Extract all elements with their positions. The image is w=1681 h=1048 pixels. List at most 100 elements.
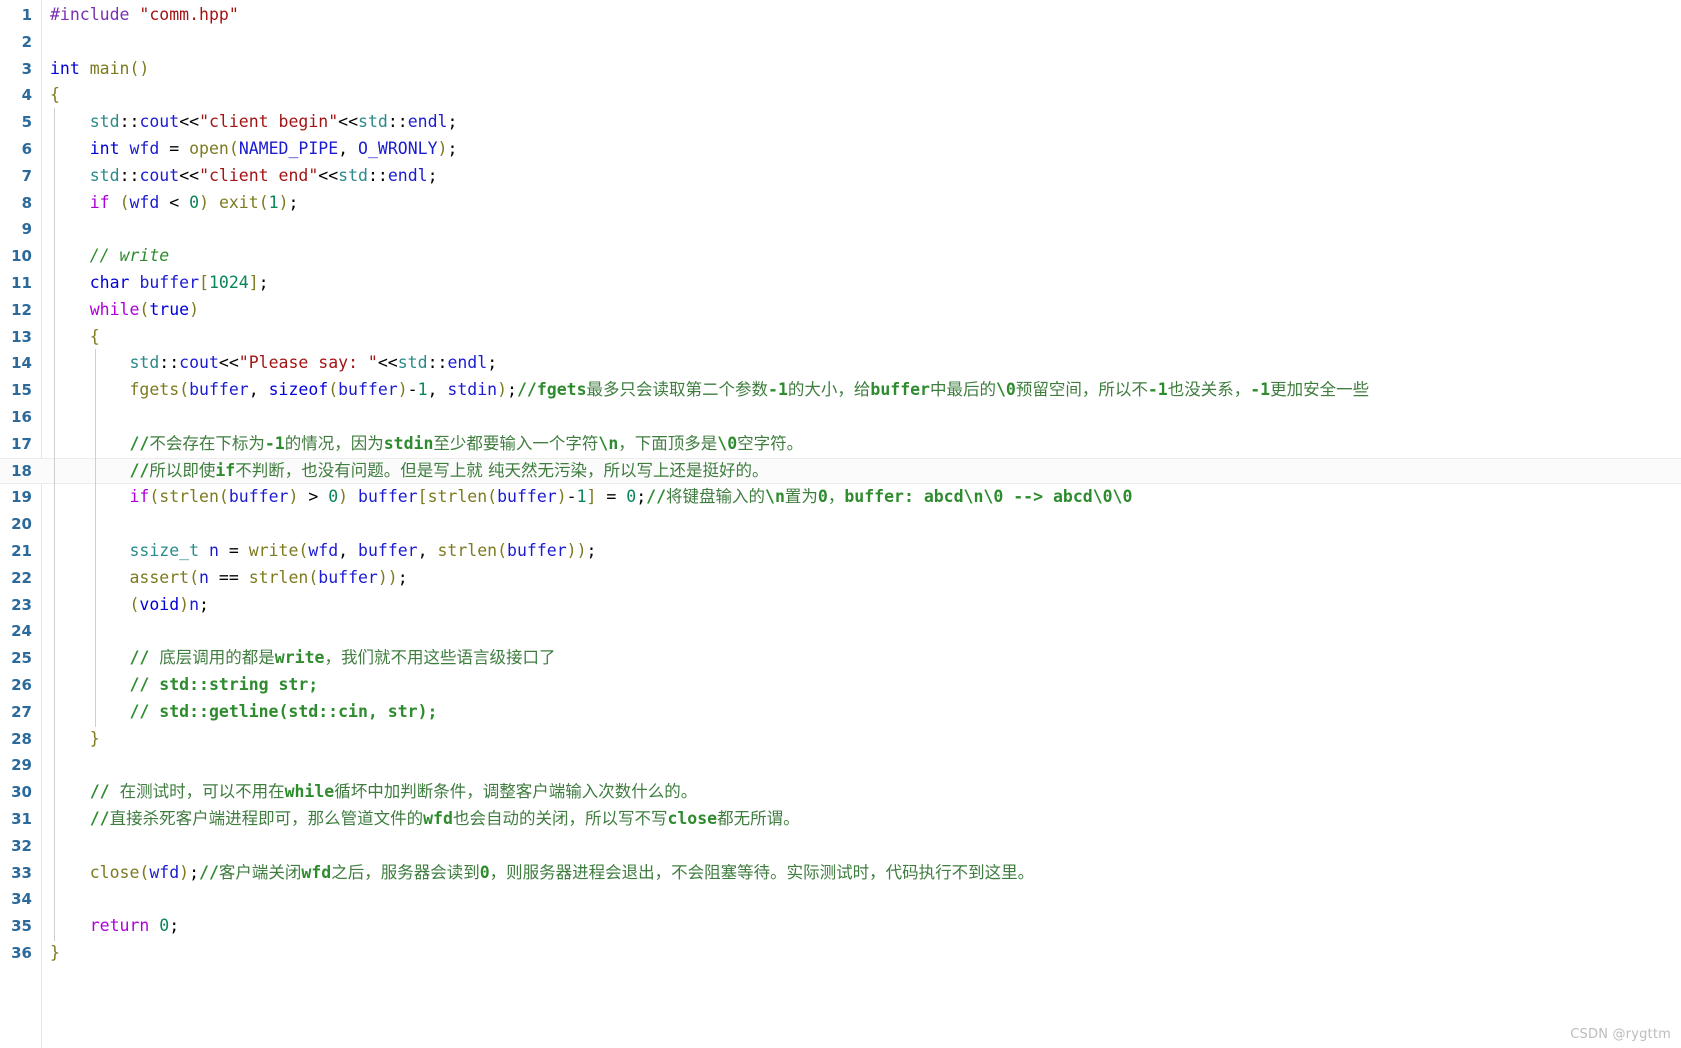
- line-content[interactable]: // write: [32, 242, 1681, 271]
- line-content[interactable]: {: [32, 82, 1681, 109]
- code-line[interactable]: 35 return 0;: [0, 912, 1681, 941]
- line-content[interactable]: [32, 885, 1681, 915]
- code-line[interactable]: 32: [0, 831, 1681, 861]
- code-line[interactable]: 34: [0, 885, 1681, 915]
- line-content[interactable]: [32, 617, 1681, 647]
- code-line[interactable]: 27 // std::getline(std::cin, str);: [0, 697, 1681, 727]
- line-number: 33: [11, 863, 32, 882]
- line-content[interactable]: //所以即使if不判断，也没有问题。但是写上就 纯天然无污染，所以写上还是挺好的…: [32, 456, 1681, 486]
- line-content[interactable]: }: [32, 724, 1681, 754]
- code-token: 更加安全一些: [1270, 380, 1370, 400]
- line-content[interactable]: int wfd = open(NAMED_PIPE, O_WRONLY);: [32, 134, 1681, 164]
- code-token: std: [358, 112, 388, 132]
- line-content[interactable]: // 在测试时，可以不用在while循坏中加判断条件，调整客户端输入次数什么的。: [32, 778, 1681, 807]
- code-token: ::: [387, 112, 408, 132]
- line-content[interactable]: close(wfd);//客户端关闭wfd之后，服务器会读到0，则服务器进程会退…: [32, 858, 1681, 888]
- code-line[interactable]: 5 std::cout<<"client begin"<<std::endl;: [0, 108, 1681, 137]
- line-content[interactable]: //直接杀死客户端进程即可，那么管道文件的wfd也会自动的关闭，所以写不写clo…: [32, 804, 1681, 834]
- code-line[interactable]: 31 //直接杀死客户端进程即可，那么管道文件的wfd也会自动的关闭，所以写不写…: [0, 804, 1681, 834]
- line-content[interactable]: (void)n;: [32, 590, 1681, 620]
- line-content[interactable]: assert(n == strlen(buffer));: [32, 563, 1681, 593]
- code-line[interactable]: 9: [0, 215, 1681, 245]
- line-content[interactable]: // std::getline(std::cin, str);: [32, 697, 1681, 727]
- code-line[interactable]: 29: [0, 751, 1681, 781]
- line-content[interactable]: std::cout<<"client end"<<std::endl;: [32, 161, 1681, 191]
- line-content[interactable]: [32, 510, 1681, 539]
- code-token: while: [89, 299, 140, 319]
- code-line[interactable]: 14 std::cout<<"Please say: "<<std::endl;: [0, 349, 1681, 379]
- line-content[interactable]: [32, 402, 1681, 432]
- code-line[interactable]: 12 while(true): [0, 295, 1681, 325]
- code-line[interactable]: 21 ssize_t n = write(wfd, buffer, strlen…: [0, 536, 1681, 566]
- code-lines-container[interactable]: 1 #include "comm.hpp" 2 3 int main() 4{5 std:…: [0, 0, 1681, 967]
- code-token: if: [215, 460, 236, 480]
- indent-guide: [54, 751, 55, 781]
- code-line[interactable]: 2: [0, 29, 1681, 56]
- code-token: ;: [199, 594, 209, 614]
- code-token: "client begin": [199, 112, 339, 132]
- code-token: ]: [586, 487, 597, 507]
- code-line[interactable]: 7 std::cout<<"client end"<<std::endl;: [0, 161, 1681, 191]
- code-line[interactable]: 25 // 底层调用的都是write，我们就不用这些语言级接口了: [0, 644, 1681, 673]
- line-number: 9: [21, 220, 32, 239]
- code-line[interactable]: 15 fgets(buffer, sizeof(buffer)-1, stdin…: [0, 376, 1681, 405]
- code-line[interactable]: 16: [0, 402, 1681, 432]
- code-line[interactable]: 20: [0, 510, 1681, 539]
- code-line[interactable]: 22 assert(n == strlen(buffer));: [0, 563, 1681, 593]
- code-token: 将键盘输入的: [666, 487, 766, 507]
- code-token: 1: [576, 487, 587, 507]
- line-content[interactable]: //不会存在下标为-1的情况，因为stdin至少都要输入一个字符\n，下面顶多是…: [32, 429, 1681, 459]
- code-line[interactable]: 10 // write: [0, 242, 1681, 271]
- line-content[interactable]: int main(): [32, 56, 1681, 83]
- code-viewer[interactable]: 1 #include "comm.hpp" 2 3 int main() 4{5 std:…: [0, 0, 1681, 1048]
- line-content[interactable]: if (wfd < 0) exit(1);: [32, 188, 1681, 218]
- code-token: //: [89, 808, 110, 828]
- code-token: wfd: [301, 862, 332, 882]
- code-token: 所以即使: [149, 460, 216, 480]
- code-line[interactable]: 23 (void)n;: [0, 590, 1681, 620]
- line-content[interactable]: [32, 751, 1681, 781]
- code-line[interactable]: 26 // std::string str;: [0, 670, 1681, 700]
- code-line[interactable]: 17 //不会存在下标为-1的情况，因为stdin至少都要输入一个字符\n，下面…: [0, 429, 1681, 459]
- line-content[interactable]: while(true): [32, 295, 1681, 325]
- line-content[interactable]: }: [32, 940, 1681, 967]
- line-content[interactable]: if(strlen(buffer) > 0) buffer[strlen(buf…: [32, 483, 1681, 513]
- code-line[interactable]: 18 //所以即使if不判断，也没有问题。但是写上就 纯天然无污染，所以写上还是…: [0, 456, 1681, 486]
- code-token: (: [139, 862, 150, 882]
- line-content[interactable]: std::cout<<"client begin"<<std::endl;: [32, 108, 1681, 137]
- indent-guide: [54, 590, 55, 620]
- line-content[interactable]: ssize_t n = write(wfd, buffer, strlen(bu…: [32, 536, 1681, 566]
- code-line[interactable]: 19 if(strlen(buffer) > 0) buffer[strlen(…: [0, 483, 1681, 513]
- code-token: ): [278, 192, 289, 212]
- code-line[interactable]: 30 // 在测试时，可以不用在while循坏中加判断条件，调整客户端输入次数什…: [0, 778, 1681, 807]
- line-content[interactable]: #include "comm.hpp": [32, 2, 1681, 29]
- code-token: 1: [417, 380, 428, 400]
- code-line[interactable]: 24: [0, 617, 1681, 647]
- code-line[interactable]: 11 char buffer[1024];: [0, 268, 1681, 298]
- code-token: buffer: [358, 540, 418, 560]
- line-content[interactable]: return 0;: [32, 912, 1681, 941]
- code-line[interactable]: 1 #include "comm.hpp": [0, 2, 1681, 29]
- code-line[interactable]: 8 if (wfd < 0) exit(1);: [0, 188, 1681, 218]
- line-content[interactable]: {: [32, 322, 1681, 352]
- line-content[interactable]: std::cout<<"Please say: "<<std::endl;: [32, 349, 1681, 379]
- line-content[interactable]: [32, 215, 1681, 245]
- code-line[interactable]: 33 close(wfd);//客户端关闭wfd之后，服务器会读到0，则服务器进…: [0, 858, 1681, 888]
- code-token: 空字符。: [737, 433, 804, 453]
- line-content[interactable]: char buffer[1024];: [32, 268, 1681, 298]
- code-token: (: [308, 567, 319, 587]
- code-line[interactable]: 13 {: [0, 322, 1681, 352]
- line-content[interactable]: // std::string str;: [32, 670, 1681, 700]
- code-line[interactable]: 36}: [0, 940, 1681, 967]
- code-line[interactable]: 4{: [0, 82, 1681, 109]
- code-line[interactable]: 28 }: [0, 724, 1681, 754]
- code-line[interactable]: 3 int main(): [0, 56, 1681, 83]
- line-content[interactable]: fgets(buffer, sizeof(buffer)-1, stdin);/…: [32, 376, 1681, 405]
- indent-guide: [54, 724, 55, 754]
- line-content[interactable]: [32, 831, 1681, 861]
- line-content[interactable]: // 底层调用的都是write，我们就不用这些语言级接口了: [32, 644, 1681, 673]
- line-number: 26: [11, 675, 32, 694]
- code-line[interactable]: 6 int wfd = open(NAMED_PIPE, O_WRONLY);: [0, 134, 1681, 164]
